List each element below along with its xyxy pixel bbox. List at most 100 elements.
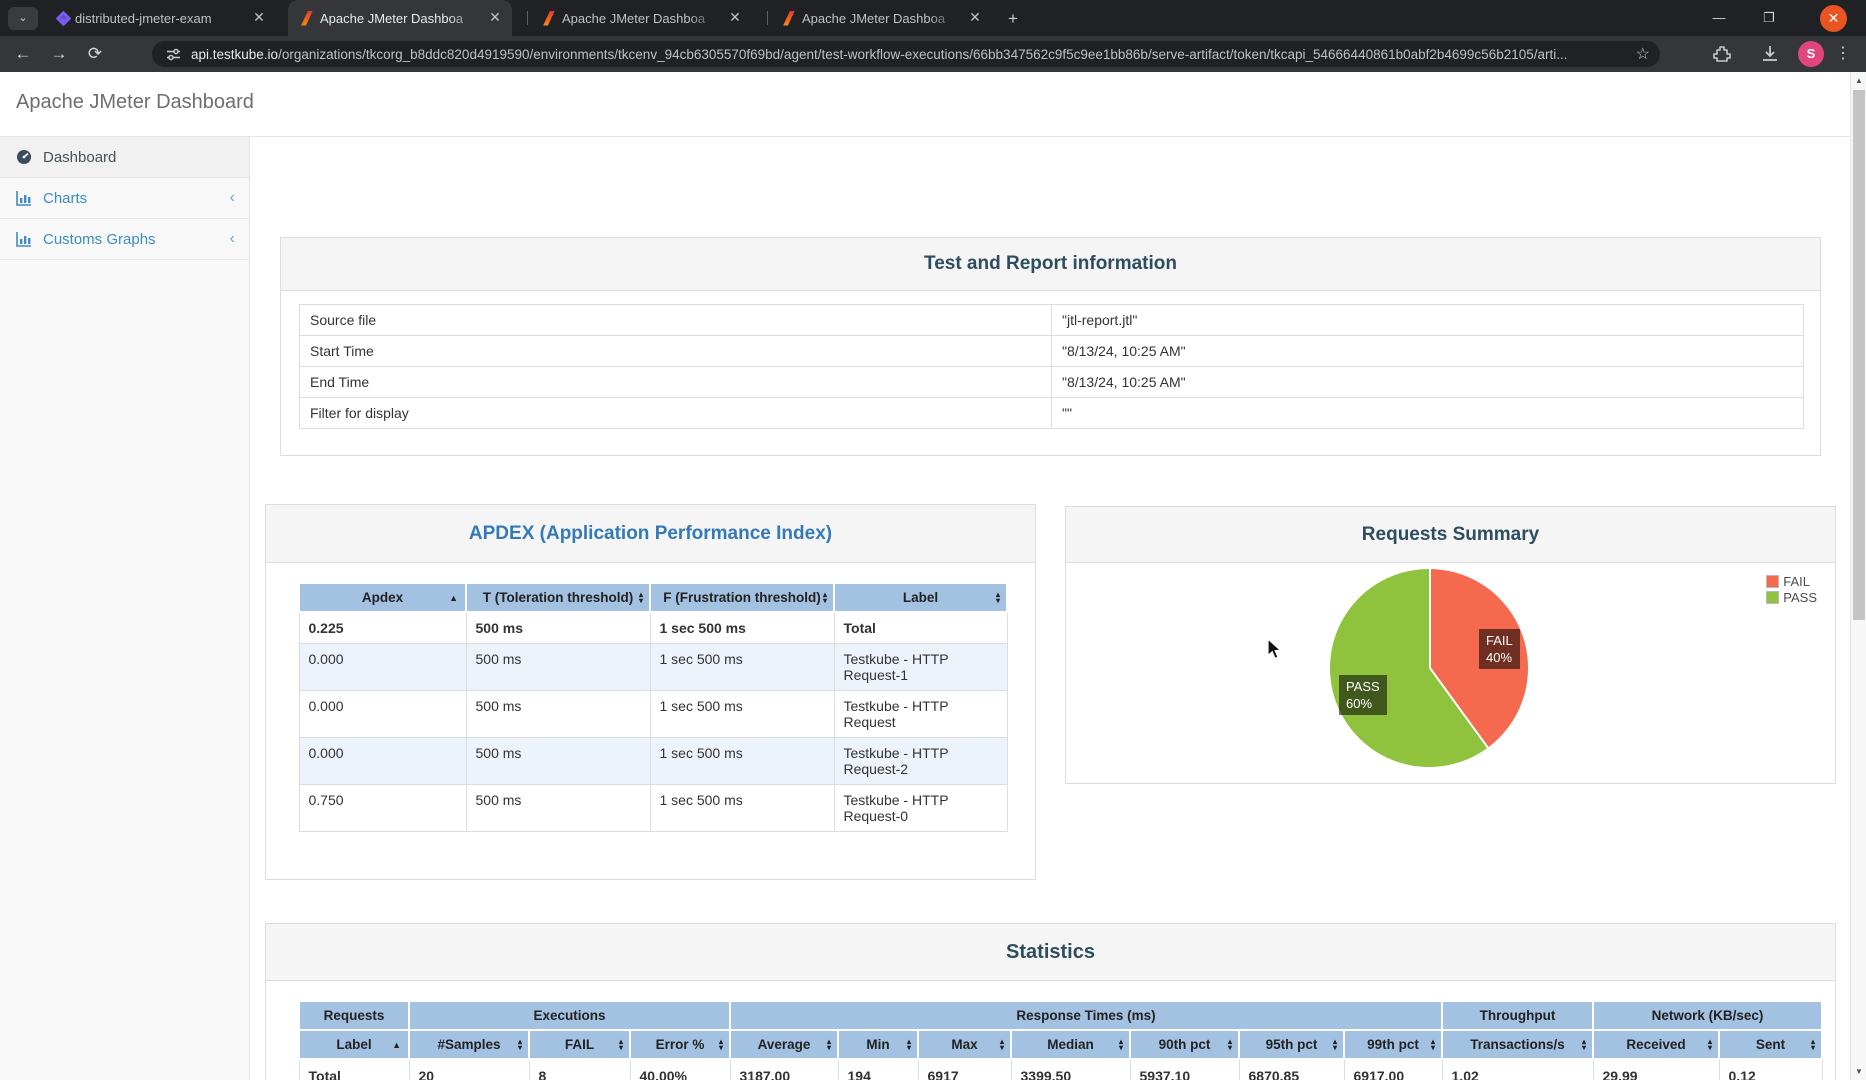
cell: 5937.10 [1130,1059,1239,1080]
profile-avatar[interactable]: S [1798,41,1824,67]
site-settings-icon[interactable] [166,47,181,62]
sidebar-item-charts[interactable]: Charts ‹ [0,178,249,219]
test-report-info-panel: Test and Report information Source file … [280,237,1821,456]
column-header-min[interactable]: Min▴▾ [838,1030,918,1059]
requests-summary-panel: Requests Summary FAIL40% PASS60% FAIL [1065,506,1836,784]
reload-icon[interactable]: ⟳ [82,41,108,67]
chevron-left-icon[interactable]: ‹ [230,189,235,207]
table-row: 0.225 500 ms 1 sec 500 ms Total [299,612,1007,644]
pie-slice-divider [1429,569,1431,668]
tab-close-icon[interactable]: ✕ [250,9,268,27]
page-scrollbar[interactable]: ▲ ▼ [1850,72,1866,1080]
column-header-99pct[interactable]: 99th pct▴▾ [1344,1030,1442,1059]
downloads-icon[interactable] [1760,44,1780,64]
tab-title: distributed-jmeter-exam [75,11,244,26]
panel-header: APDEX (Application Performance Index) [266,505,1035,563]
url-text[interactable]: api.testkube.io/organizations/tkcorg_b8d… [191,47,1628,62]
column-header-label[interactable]: Label▲ [299,1030,409,1059]
column-header-max[interactable]: Max▴▾ [918,1030,1011,1059]
cell: 3399.50 [1011,1059,1130,1080]
info-value: "8/13/24, 10:25 AM" [1052,367,1804,398]
info-value: "jtl-report.jtl" [1052,305,1804,336]
scroll-down-icon[interactable]: ▼ [1851,1067,1866,1076]
jmeter-favicon-icon [300,11,314,26]
sidebar-item-label: Customs Graphs [43,231,156,248]
sort-icon: ▴▾ [823,592,827,604]
column-header-average[interactable]: Average▴▾ [730,1030,838,1059]
extensions-icon[interactable] [1712,44,1732,64]
sort-icon: ▴▾ [639,592,643,604]
sort-asc-icon: ▲ [392,1040,401,1050]
apdex-table: Apdex▲ T (Toleration threshold)▴▾ F (Fru… [298,582,1008,832]
panel-header: Statistics [266,924,1835,981]
cell: 1.02 [1442,1059,1593,1080]
forward-icon[interactable]: → [46,41,72,67]
scroll-up-icon[interactable]: ▲ [1851,76,1866,85]
browser-tab-4[interactable]: Apache JMeter Dashboa ✕ [770,0,992,36]
browser-tab-3[interactable]: Apache JMeter Dashboa ✕ [530,0,752,36]
table-row: 0.000 500 ms 1 sec 500 ms Testkube - HTT… [299,644,1007,691]
diamond-favicon-icon [56,10,72,26]
cell: 1 sec 500 ms [650,691,834,738]
tab-close-icon[interactable]: ✕ [486,9,504,27]
tab-title: Apache JMeter Dashboa [562,11,720,26]
sidebar-item-customs-graphs[interactable]: Customs Graphs ‹ [0,219,249,260]
tab-separator [767,11,768,25]
browser-tab-1[interactable]: distributed-jmeter-exam ✕ [46,0,276,36]
cell: 0.750 [299,785,466,832]
cell: 1 sec 500 ms [650,785,834,832]
browser-tab-2-active[interactable]: Apache JMeter Dashboa ✕ [288,0,512,36]
cell: 500 ms [466,691,650,738]
tab-close-icon[interactable]: ✕ [726,9,744,27]
info-label: End Time [300,367,1052,398]
column-header-transactions[interactable]: Transactions/s▴▾ [1442,1030,1593,1059]
window-restore-button[interactable]: ❐ [1758,8,1780,30]
table-row: 0.750 500 ms 1 sec 500 ms Testkube - HTT… [299,785,1007,832]
column-header-90pct[interactable]: 90th pct▴▾ [1130,1030,1239,1059]
table-header-row: Label▲ #Samples▴▾ FAIL▴▾ Error %▴▾ Avera… [299,1030,1822,1059]
column-header-samples[interactable]: #Samples▴▾ [409,1030,529,1059]
page-title: Apache JMeter Dashboard [16,91,254,114]
cell: Testkube - HTTP Request-1 [834,644,1007,691]
sort-icon: ▴▾ [1000,1039,1004,1051]
panel-title: Requests Summary [1362,524,1539,546]
bookmark-star-icon[interactable]: ☆ [1636,44,1650,64]
back-icon[interactable]: ← [10,41,36,67]
sort-icon: ▴▾ [907,1039,911,1051]
column-header-95pct[interactable]: 95th pct▴▾ [1239,1030,1344,1059]
window-minimize-button[interactable]: — [1708,8,1730,30]
group-header-requests: Requests [299,1001,409,1030]
panel-header: Requests Summary [1066,507,1835,563]
sidebar-item-label: Dashboard [43,149,116,166]
cell: 500 ms [466,785,650,832]
new-tab-button[interactable]: + [1002,8,1024,30]
column-header-received[interactable]: Received▴▾ [1593,1030,1719,1059]
url-bar[interactable]: api.testkube.io/organizations/tkcorg_b8d… [152,41,1660,67]
sort-icon: ▴▾ [1811,1039,1815,1051]
column-header-label[interactable]: Label▴▾ [834,583,1007,612]
scrollbar-thumb[interactable] [1853,90,1865,620]
cell: 6917 [918,1059,1011,1080]
legend-label: PASS [1783,590,1817,605]
cell: Testkube - HTTP Request-2 [834,738,1007,785]
page-title-bar: Apache JMeter Dashboard [0,72,1850,137]
column-header-fail[interactable]: FAIL▴▾ [529,1030,630,1059]
column-header-toleration[interactable]: T (Toleration threshold)▴▾ [466,583,650,612]
column-header-sent[interactable]: Sent▴▾ [1719,1030,1822,1059]
column-header-frustration[interactable]: F (Frustration threshold)▴▾ [650,583,834,612]
column-header-error[interactable]: Error %▴▾ [630,1030,730,1059]
cell: Total [299,1059,409,1080]
chevron-left-icon[interactable]: ‹ [230,230,235,248]
sort-icon: ▴▾ [1228,1039,1232,1051]
sidebar-item-dashboard[interactable]: Dashboard [0,137,249,178]
tab-close-icon[interactable]: ✕ [966,9,984,27]
info-label: Start Time [300,336,1052,367]
browser-menu-icon[interactable]: ⋮ [1830,41,1856,67]
sidebar-item-label: Charts [43,190,87,207]
tab-search-button[interactable]: ⌄ [8,7,38,30]
url-domain: api.testkube.io [191,47,278,62]
window-close-button[interactable]: ✕ [1820,5,1847,32]
column-header-apdex[interactable]: Apdex▲ [299,583,466,612]
column-header-median[interactable]: Median▴▾ [1011,1030,1130,1059]
statistics-panel: Statistics Requests Executions Response … [265,923,1836,1080]
